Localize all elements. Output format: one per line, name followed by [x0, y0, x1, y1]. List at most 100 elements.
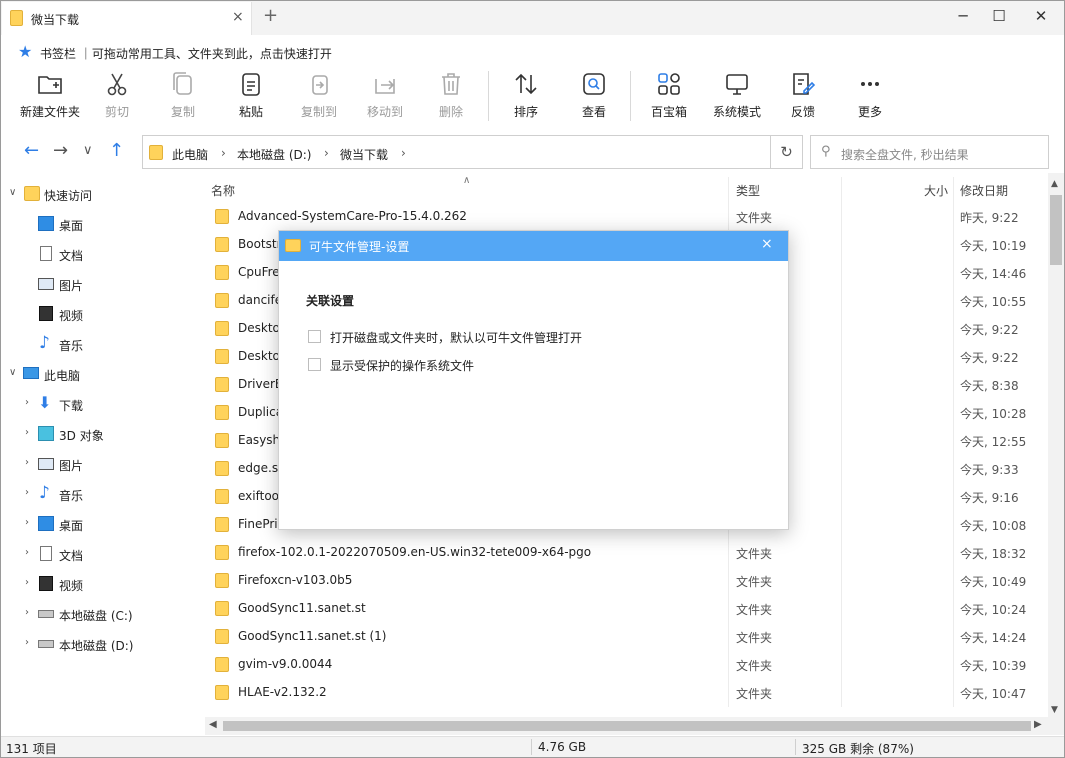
desktop-icon [38, 516, 54, 531]
chevron-right-icon[interactable]: › [25, 547, 29, 558]
more-button[interactable]: 更多 [838, 67, 902, 125]
sidebar-item-music[interactable]: ♪ 音乐 [1, 329, 204, 359]
sidebar-item-label: 文档 [59, 549, 84, 563]
copy-to-button[interactable]: 复制到 [287, 67, 351, 125]
sidebar-item-drive-c[interactable]: › 本地磁盘 (C:) [1, 599, 204, 629]
file-type: 文件夹 [736, 631, 773, 645]
dialog-close-button[interactable]: × [761, 236, 773, 252]
move-to-button[interactable]: 移动到 [353, 67, 417, 125]
folder-icon [215, 209, 229, 224]
chevron-right-icon[interactable]: › [25, 577, 29, 588]
tab-close-icon[interactable]: × [232, 9, 244, 25]
refresh-button[interactable]: ↻ [770, 135, 803, 169]
sidebar-item-music-pc[interactable]: › ♪ 音乐 [1, 479, 204, 509]
sort-ascending-icon: ∧ [463, 175, 471, 186]
document-icon [40, 246, 52, 261]
sidebar-item-label: 桌面 [59, 519, 84, 533]
cut-button[interactable]: 剪切 [85, 67, 149, 125]
close-window-button[interactable]: ✕ [1026, 7, 1056, 25]
sidebar-item-3d-objects[interactable]: › 3D 对象 [1, 419, 204, 449]
file-date: 今天, 10:28 [960, 407, 1027, 421]
chevron-right-icon[interactable]: › [25, 397, 29, 408]
sidebar-item-quick-access[interactable]: ∨ 快速访问 [1, 179, 204, 209]
history-chevron-down-icon[interactable]: ∨ [83, 143, 93, 158]
chevron-right-icon[interactable]: › [25, 487, 29, 498]
sidebar-item-pictures[interactable]: 图片 [1, 269, 204, 299]
folder-icon [215, 629, 229, 644]
table-row[interactable]: gvim-v9.0.0044 文件夹 今天, 10:39 [205, 650, 1048, 678]
scroll-right-icon[interactable]: ▶ [1034, 719, 1042, 730]
address-bar[interactable]: 此电脑 › 本地磁盘 (D:) › 微当下载 › [142, 135, 771, 169]
sidebar-item-drive-d[interactable]: › 本地磁盘 (D:) [1, 629, 204, 659]
file-name: Deskto [238, 349, 280, 363]
tab-weidang[interactable]: 微当下载 × [2, 2, 252, 35]
scroll-left-icon[interactable]: ◀ [209, 719, 217, 730]
scrollbar-thumb[interactable] [223, 721, 1031, 731]
paste-button[interactable]: 粘贴 [219, 67, 283, 125]
sidebar-item-desktop-pc[interactable]: › 桌面 [1, 509, 204, 539]
table-row[interactable]: GoodSync11.sanet.st (1) 文件夹 今天, 14:24 [205, 622, 1048, 650]
new-tab-button[interactable]: + [263, 5, 278, 26]
default-open-label[interactable]: 打开磁盘或文件夹时，默认以可牛文件管理打开 [330, 329, 582, 346]
file-type: 文件夹 [736, 575, 773, 589]
delete-button[interactable]: 删除 [419, 67, 483, 125]
back-arrow-icon[interactable]: ← [24, 140, 39, 161]
show-protected-files-checkbox[interactable] [308, 358, 321, 371]
view-button[interactable]: 查看 [562, 67, 626, 125]
new-folder-icon [38, 76, 62, 94]
dialog-title-bar[interactable]: 可牛文件管理-设置 × [279, 231, 788, 261]
cut-icon [107, 73, 127, 96]
table-row[interactable]: GoodSync11.sanet.st 文件夹 今天, 10:24 [205, 594, 1048, 622]
sidebar-item-videos[interactable]: 视频 [1, 299, 204, 329]
scroll-up-icon[interactable]: ▲ [1051, 179, 1058, 189]
chevron-right-icon[interactable]: › [25, 517, 29, 528]
breadcrumb-separator-icon: › [221, 146, 226, 160]
sidebar-item-label: 音乐 [59, 339, 84, 353]
sort-icon [515, 73, 537, 95]
sidebar-item-desktop[interactable]: 桌面 [1, 209, 204, 239]
chevron-right-icon[interactable]: › [25, 607, 29, 618]
folder-icon [215, 461, 229, 476]
table-row[interactable]: firefox-102.0.1-2022070509.en-US.win32-t… [205, 538, 1048, 566]
horizontal-scrollbar[interactable]: ◀ ▶ [205, 717, 1048, 735]
breadcrumb-weidang[interactable]: 微当下载 [340, 146, 388, 163]
sort-button[interactable]: 排序 [494, 67, 558, 125]
file-name: GoodSync11.sanet.st (1) [238, 629, 387, 643]
up-arrow-icon[interactable]: ↑ [109, 140, 124, 161]
default-open-checkbox[interactable] [308, 330, 321, 343]
scrollbar-thumb[interactable] [1050, 195, 1062, 265]
file-type: 文件夹 [736, 547, 773, 561]
table-row[interactable]: HLAE-v2.132.2 文件夹 今天, 10:47 [205, 678, 1048, 706]
breadcrumb-this-pc[interactable]: 此电脑 [172, 146, 208, 163]
file-date: 今天, 9:16 [960, 491, 1019, 505]
system-mode-button[interactable]: 系统模式 [704, 67, 770, 125]
show-protected-files-label[interactable]: 显示受保护的操作系统文件 [330, 357, 474, 374]
sidebar-item-label: 下载 [59, 399, 84, 413]
copy-button[interactable]: 复制 [151, 67, 215, 125]
scroll-down-icon[interactable]: ▼ [1051, 705, 1058, 715]
chevron-right-icon[interactable]: › [25, 457, 29, 468]
maximize-button[interactable]: ☐ [984, 7, 1014, 25]
chevron-right-icon[interactable]: › [25, 427, 29, 438]
delete-label: 删除 [438, 105, 463, 119]
vertical-scrollbar[interactable]: ▲ ▼ [1048, 173, 1064, 735]
feedback-button[interactable]: 反馈 [771, 67, 835, 125]
sidebar-item-videos-pc[interactable]: › 视频 [1, 569, 204, 599]
search-input[interactable]: ⚲ 搜索全盘文件, 秒出结果 [810, 135, 1049, 169]
chevron-down-icon[interactable]: ∨ [9, 367, 16, 378]
feedback-label: 反馈 [790, 105, 815, 119]
chevron-down-icon[interactable]: ∨ [9, 187, 16, 198]
sidebar-item-this-pc[interactable]: ∨ 此电脑 [1, 359, 204, 389]
sidebar-item-downloads[interactable]: › ⬇ 下载 [1, 389, 204, 419]
toolbox-button[interactable]: 百宝箱 [636, 67, 702, 125]
minimize-button[interactable]: ─ [948, 7, 978, 25]
chevron-right-icon[interactable]: › [25, 637, 29, 648]
sidebar-item-documents-pc[interactable]: › 文档 [1, 539, 204, 569]
breadcrumb-drive-d[interactable]: 本地磁盘 (D:) [237, 146, 311, 163]
table-row[interactable]: Advanced-SystemCare-Pro-15.4.0.262 文件夹 昨天,… [205, 202, 1048, 230]
sidebar-item-pictures-pc[interactable]: › 图片 [1, 449, 204, 479]
new-folder-button[interactable]: 新建文件夹 [17, 67, 83, 125]
forward-arrow-icon[interactable]: → [53, 140, 68, 161]
sidebar-item-documents[interactable]: 文档 [1, 239, 204, 269]
table-row[interactable]: Firefoxcn-v103.0b5 文件夹 今天, 10:49 [205, 566, 1048, 594]
